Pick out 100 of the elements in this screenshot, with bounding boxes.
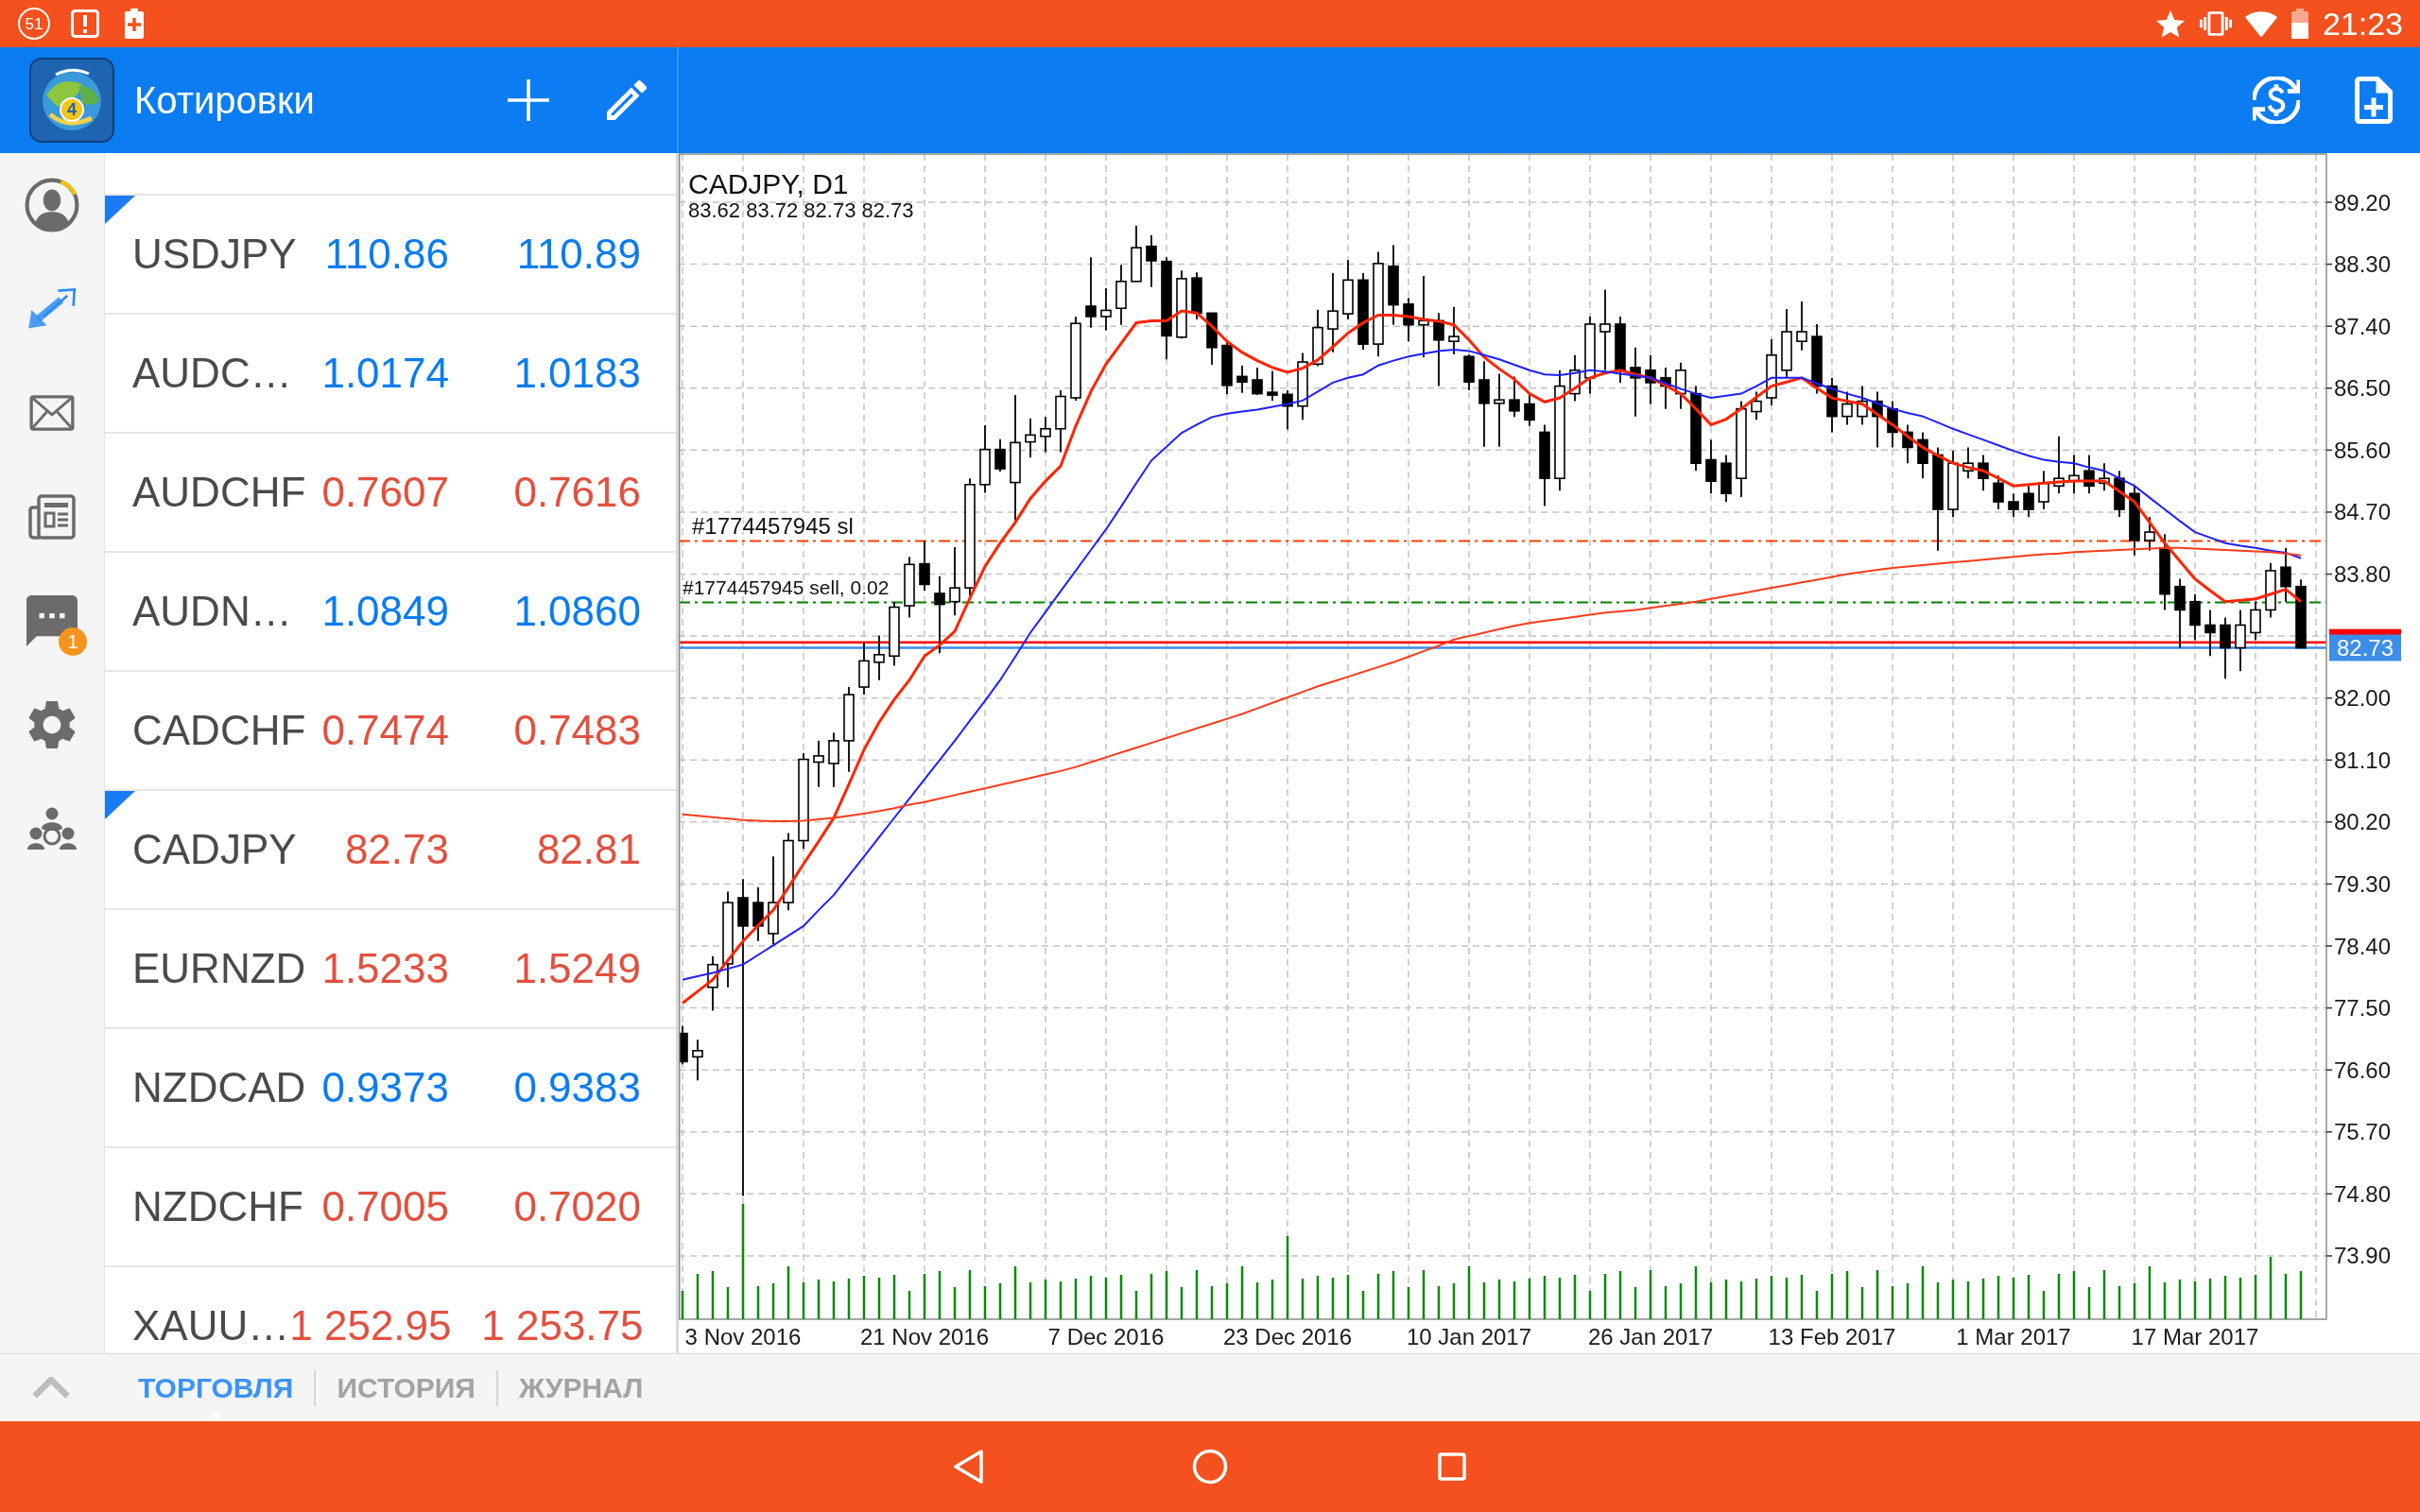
people-group-icon[interactable] [27, 806, 77, 851]
candlestick [1282, 389, 1293, 431]
candlestick [1342, 259, 1354, 320]
wifi-icon [2244, 10, 2277, 37]
candlestick [1978, 454, 1989, 492]
order-label: #1774457945 sl [692, 512, 854, 539]
candlestick [1146, 234, 1157, 288]
candlestick [679, 1024, 688, 1066]
count-badge: 51 [18, 8, 50, 40]
candlestick [813, 739, 824, 788]
candlestick [873, 634, 885, 681]
clock-time: 21:23 [2322, 8, 2403, 40]
axis-label: 23 Dec 2016 [1222, 1324, 1353, 1349]
candlestick [1025, 417, 1036, 459]
symbol-name: USDJPY [132, 233, 297, 275]
candlestick [1100, 287, 1112, 332]
candlestick [1872, 390, 1883, 449]
candlestick [1463, 353, 1475, 391]
axis-label: 89.20 [2334, 189, 2392, 215]
settings-icon[interactable] [27, 700, 77, 749]
candlestick [2083, 454, 2095, 495]
candlestick [1252, 367, 1263, 396]
ask-price: 0.7483 [513, 710, 641, 751]
add-document-icon[interactable] [2355, 77, 2393, 124]
candlestick [2099, 462, 2110, 492]
candlestick [904, 556, 915, 619]
candlestick [889, 600, 900, 667]
back-icon[interactable] [952, 1449, 984, 1485]
candlestick [2204, 609, 2216, 658]
ask-price: 1 253.75 [481, 1305, 644, 1347]
candlestick [1720, 454, 1732, 503]
candlestick [828, 731, 839, 788]
vibrate-icon [2199, 11, 2232, 36]
axis-label: 85.60 [2334, 437, 2392, 463]
battery-icon [2290, 9, 2308, 39]
alert-icon [71, 9, 99, 38]
recent-apps-icon[interactable] [1438, 1452, 1466, 1481]
candlestick [1962, 446, 1974, 480]
candlestick [1902, 423, 1913, 465]
globe-logo-icon[interactable] [29, 58, 114, 143]
currency-exchange-icon[interactable] [2253, 77, 2300, 124]
candlestick [1448, 305, 1460, 355]
candlestick [2220, 616, 2231, 680]
home-icon[interactable] [1192, 1449, 1228, 1485]
double-arrow-icon[interactable] [26, 287, 78, 331]
axis-label: 26 Jan 2017 [1587, 1324, 1714, 1349]
axis-label: 73.90 [2334, 1243, 2392, 1269]
symbol-name: EURNZD [132, 948, 306, 989]
account-icon[interactable] [25, 178, 79, 232]
axis-label: 74.80 [2334, 1180, 2392, 1207]
symbol-name: CADCHF [132, 710, 306, 751]
candlestick [1206, 312, 1218, 366]
candlestick [1645, 353, 1656, 405]
candlestick [2023, 485, 2034, 518]
candlestick [2008, 492, 2019, 518]
candlestick [1403, 297, 1414, 343]
price-tag: 82.73 [2329, 634, 2401, 662]
quote-row[interactable]: CADJPY 82.73 82.81 [105, 791, 676, 910]
candlestick [2114, 470, 2125, 518]
symbol-name: CADJPY [132, 829, 297, 870]
candlestick [1191, 271, 1202, 320]
candlestick [1826, 376, 1838, 434]
candlestick [2235, 609, 2246, 673]
candlestick [1221, 340, 1233, 396]
axis-label: 21 Nov 2016 [859, 1324, 990, 1349]
candlestick [2144, 516, 2155, 552]
candlestick [1993, 474, 2004, 510]
candlestick [752, 886, 764, 942]
plus-icon[interactable] [508, 79, 549, 121]
candlestick [1509, 375, 1520, 419]
symbol-name: AUDN… [132, 591, 292, 632]
axis-label: 76.60 [2334, 1057, 2392, 1083]
ask-price: 1.0183 [513, 352, 641, 394]
ask-price: 0.7020 [513, 1186, 641, 1228]
axis-label: 87.40 [2334, 313, 2392, 339]
axis-label: 82.00 [2334, 685, 2392, 712]
candlestick [858, 641, 870, 696]
axis-label: 78.40 [2334, 933, 2392, 959]
candlestick [1131, 224, 1142, 283]
ask-price: 82.81 [536, 829, 641, 870]
chat-bubble-icon[interactable] [26, 595, 78, 646]
bid-price: 110.86 [324, 233, 449, 275]
candlestick [1766, 338, 1777, 406]
candlestick [1917, 431, 1928, 480]
axis-label: 7 Dec 2016 [1047, 1324, 1165, 1349]
axis-label: 88.30 [2334, 251, 2392, 278]
candlestick [1569, 353, 1581, 403]
bid-price: 0.9373 [321, 1067, 449, 1108]
candlestick [2189, 593, 2201, 642]
axis-label: 13 Feb 2017 [1768, 1324, 1896, 1349]
ask-price: 110.89 [516, 233, 641, 275]
candlestick [1312, 308, 1323, 368]
pencil-icon[interactable] [607, 80, 647, 120]
candlestick [1751, 390, 1762, 421]
envelope-icon[interactable] [29, 395, 75, 431]
screen-title: Котировки [134, 81, 315, 119]
candlestick [692, 1039, 703, 1082]
quote-row[interactable]: USDJPY 110.86 110.89 [105, 196, 676, 315]
newspaper-icon[interactable] [28, 494, 76, 540]
axis-label: 77.50 [2334, 995, 2392, 1022]
